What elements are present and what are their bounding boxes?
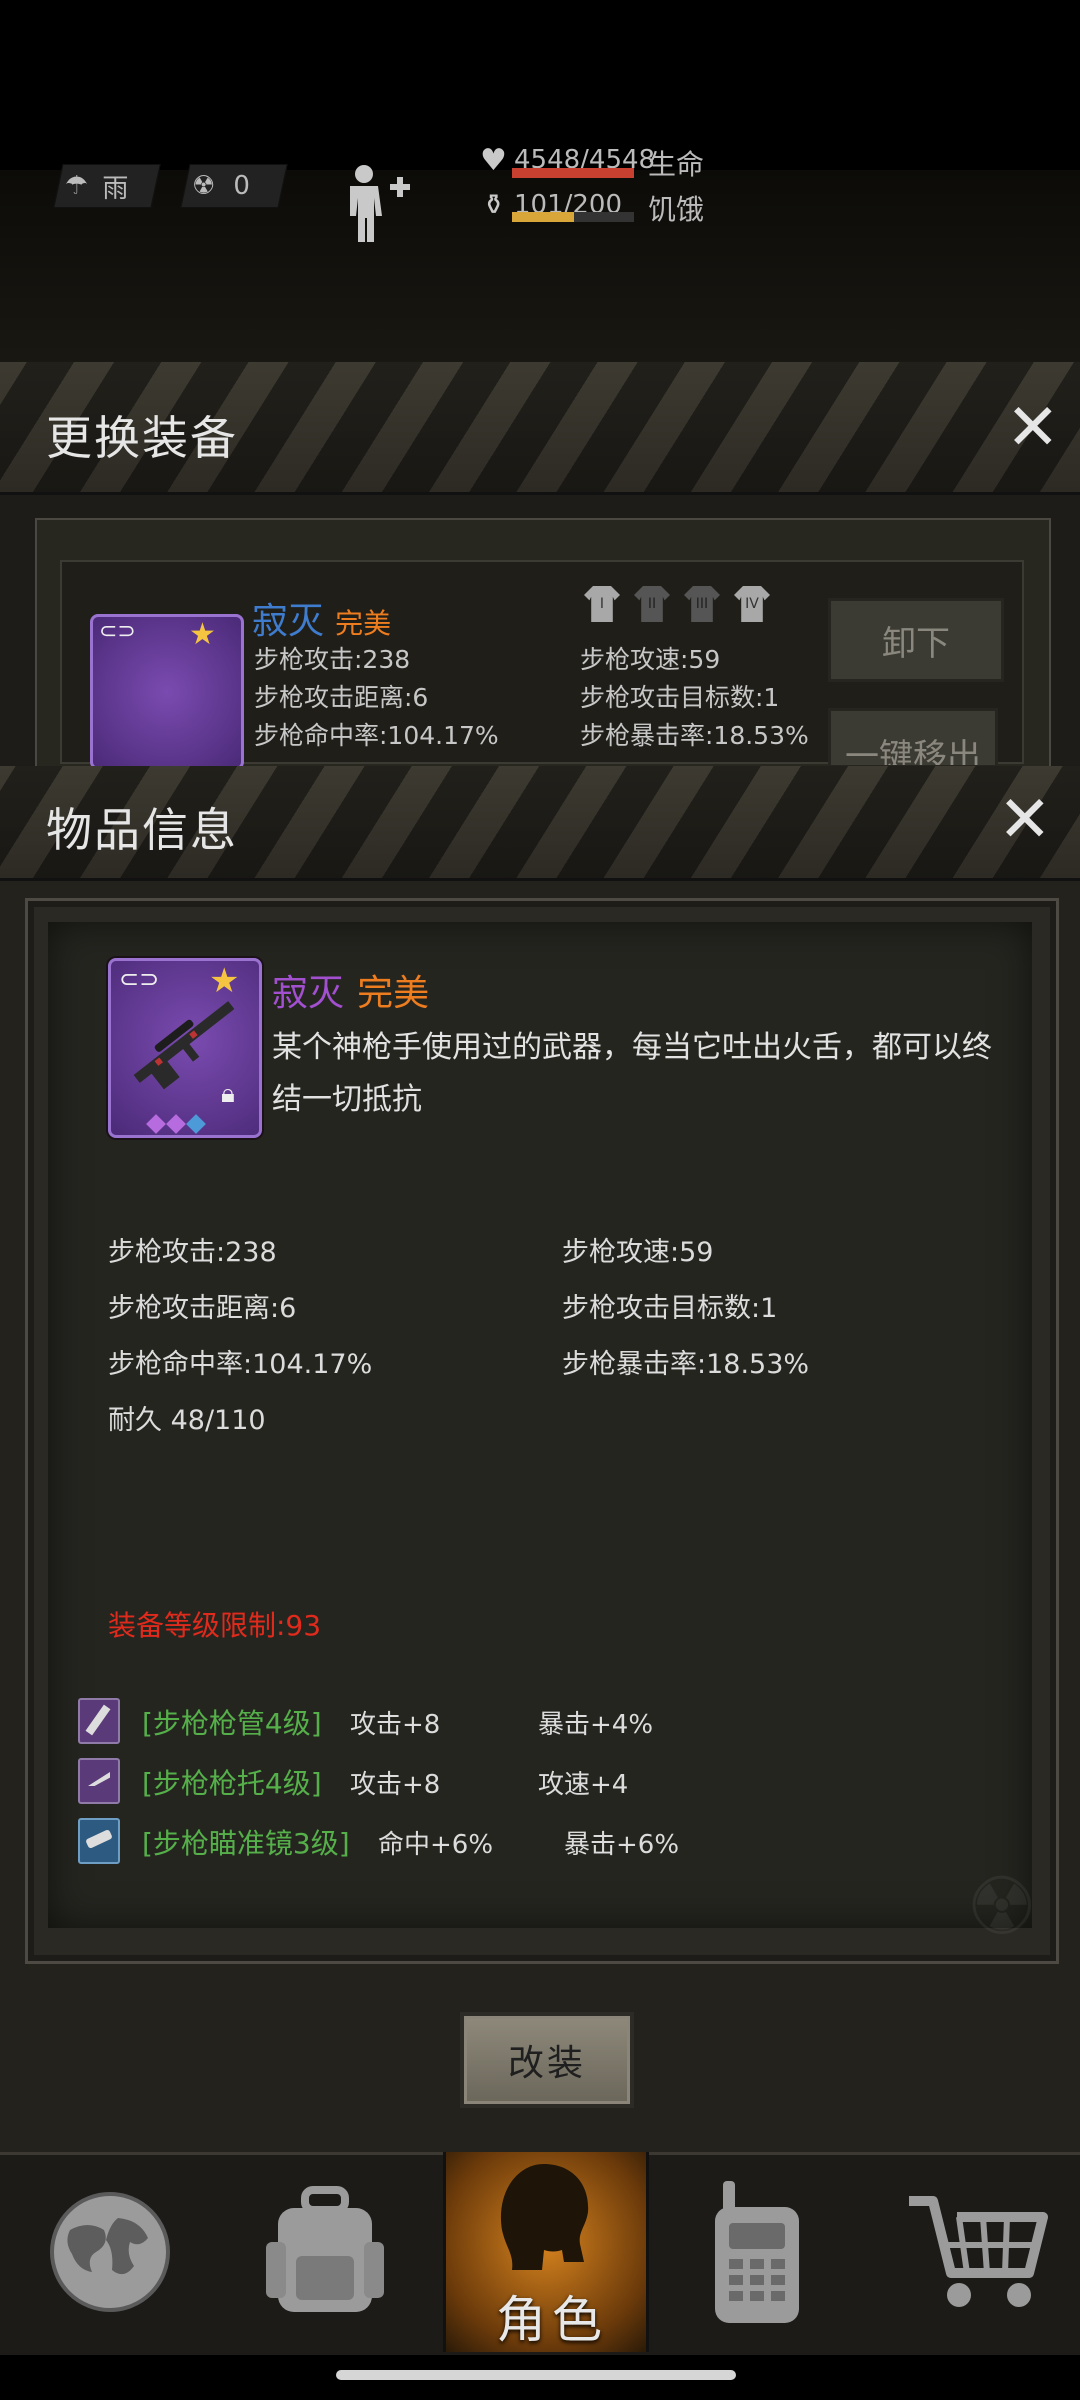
mod-stat: 命中+6% — [378, 1830, 494, 1860]
gem-purple-icon — [166, 1114, 186, 1134]
remove-all-button[interactable]: 一键移出 — [828, 708, 998, 768]
item-info-close-icon[interactable]: ✕ — [998, 788, 1052, 852]
equip-panel-header: 更换装备 ✕ — [0, 362, 1080, 495]
item-stat: 步枪攻击目标数:1 — [562, 1293, 778, 1324]
hp-bar-fill — [512, 168, 634, 178]
equip-item-name: 寂灭 — [252, 601, 325, 642]
equip-stat: 步枪暴击率:18.53% — [580, 721, 809, 750]
lock-icon[interactable]: 🔒︎ — [221, 1079, 235, 1110]
radiation-icon: ☢ — [192, 171, 216, 201]
equip-close-icon[interactable]: ✕ — [1006, 396, 1060, 460]
equip-panel-title: 更换装备 — [46, 411, 238, 465]
item-name-row: 寂灭 完美 — [272, 964, 429, 1016]
heart-icon: ♥ — [480, 143, 507, 178]
equip-stat: 步枪攻速:59 — [580, 645, 721, 674]
gem-purple-icon — [146, 1114, 166, 1134]
gem-slots — [146, 1114, 206, 1134]
radiation-watermark-icon: ☢ — [966, 1860, 1038, 1953]
equip-item-quality: 完美 — [335, 607, 392, 640]
item-stats-left: 步枪攻击:238 步枪攻击距离:6 步枪命中率:104.17% 耐久 48/11… — [108, 1230, 372, 1454]
unequip-button[interactable]: 卸下 — [828, 598, 1004, 682]
link-icon: ⊂⊃ — [99, 619, 136, 644]
shopping-cart-icon — [909, 2196, 1048, 2307]
mod-name: [步枪瞄准镜3级] — [142, 1827, 350, 1860]
mod-stat: 暴击+4% — [538, 1710, 654, 1740]
radiation-pill: ☢ 0 — [180, 164, 288, 208]
character-icon[interactable] — [340, 162, 410, 242]
shirt-slot-icon[interactable]: IV — [734, 586, 770, 622]
shirt-slot-icon[interactable]: II — [634, 586, 670, 622]
hunger-row: ⚱ 101/200 饥饿 — [472, 188, 992, 228]
item-stat: 步枪攻速:59 — [562, 1237, 714, 1268]
equip-stat: 步枪攻击目标数:1 — [580, 683, 780, 712]
mod-row: [步枪瞄准镜3级] 命中+6% 暴击+6% — [78, 1818, 978, 1864]
modify-button[interactable]: 改装 — [460, 2012, 634, 2108]
nav-backpack[interactable] — [225, 2152, 425, 2352]
level-requirement: 装备等级限制:93 — [108, 1609, 322, 1642]
item-stat: 步枪暴击率:18.53% — [562, 1349, 810, 1380]
hp-label: 生命 — [648, 148, 705, 181]
shirt-slot-icon[interactable]: III — [684, 586, 720, 622]
item-info-header: 物品信息 ✕ — [0, 766, 1080, 881]
equip-item-name-row: 寂灭 完美 — [252, 592, 391, 642]
equip-stats-left: 步枪攻击:238 步枪攻击距离:6 步枪命中率:104.17% — [254, 640, 499, 754]
backpack-icon — [266, 2186, 384, 2312]
nav-world-map[interactable] — [10, 2152, 210, 2352]
mod-row: [步枪枪托4级] 攻击+8 攻速+4 — [78, 1758, 978, 1804]
hunger-bar — [512, 212, 634, 222]
item-stat: 步枪命中率:104.17% — [108, 1349, 373, 1380]
radiation-value: 0 — [233, 171, 250, 201]
item-name: 寂灭 — [272, 973, 345, 1014]
item-durability: 耐久 48/110 — [108, 1405, 266, 1436]
item-description: 某个神枪手使用过的武器，每当它吐出火舌，都可以终结一切抵抗 — [272, 1030, 992, 1117]
globe-icon — [50, 2192, 170, 2312]
shirt-slot-icon[interactable]: I — [584, 586, 620, 622]
scope-icon[interactable] — [78, 1818, 120, 1864]
walkie-talkie-icon — [715, 2181, 799, 2323]
mod-name: [步枪枪管4级] — [142, 1707, 322, 1740]
weather-pill: ☂ 雨 — [53, 164, 161, 208]
star-icon: ★ — [189, 617, 216, 652]
nav-radio[interactable] — [658, 2152, 858, 2352]
home-indicator[interactable] — [336, 2370, 736, 2380]
mod-name: [步枪枪托4级] — [142, 1767, 322, 1800]
mod-stat: 攻速+4 — [538, 1770, 629, 1800]
mod-stat: 攻击+8 — [350, 1770, 441, 1800]
equip-stat: 步枪命中率:104.17% — [254, 721, 499, 750]
equip-item-icon[interactable]: ★ ⊂⊃ — [90, 614, 244, 770]
equip-slots: I II III IV — [584, 586, 770, 622]
equip-stat: 步枪攻击:238 — [254, 645, 411, 674]
head-silhouette-icon — [500, 2164, 589, 2270]
item-stat: 步枪攻击距离:6 — [108, 1293, 297, 1324]
barrel-icon[interactable] — [78, 1698, 120, 1744]
mod-stat: 暴击+6% — [564, 1830, 680, 1860]
stock-icon[interactable] — [78, 1758, 120, 1804]
weather-label: 雨 — [102, 173, 129, 204]
nav-shop[interactable] — [878, 2152, 1078, 2352]
nav-character-label: 角色 — [496, 2291, 608, 2349]
equip-stats-right: 步枪攻速:59 步枪攻击目标数:1 步枪暴击率:18.53% — [580, 640, 809, 754]
item-stats-right: 步枪攻速:59 步枪攻击目标数:1 步枪暴击率:18.53% — [562, 1230, 809, 1398]
item-quality: 完美 — [357, 973, 430, 1014]
item-stat: 步枪攻击:238 — [108, 1237, 277, 1268]
equip-stat: 步枪攻击距离:6 — [254, 683, 429, 712]
stomach-icon: ⚱ — [482, 188, 506, 221]
hunger-bar-fill — [512, 212, 574, 222]
item-info-title: 物品信息 — [46, 803, 238, 857]
nav-character[interactable]: 角色 — [443, 2152, 649, 2352]
hunger-label: 饥饿 — [648, 193, 705, 226]
rain-icon: ☂ — [65, 171, 89, 201]
mod-stat: 攻击+8 — [350, 1710, 441, 1740]
item-icon[interactable]: ⊂⊃ ★ 🔒︎ — [108, 958, 262, 1138]
mod-row: [步枪枪管4级] 攻击+8 暴击+4% — [78, 1698, 978, 1744]
gem-blue-icon — [186, 1114, 206, 1134]
hp-bar — [512, 168, 634, 178]
